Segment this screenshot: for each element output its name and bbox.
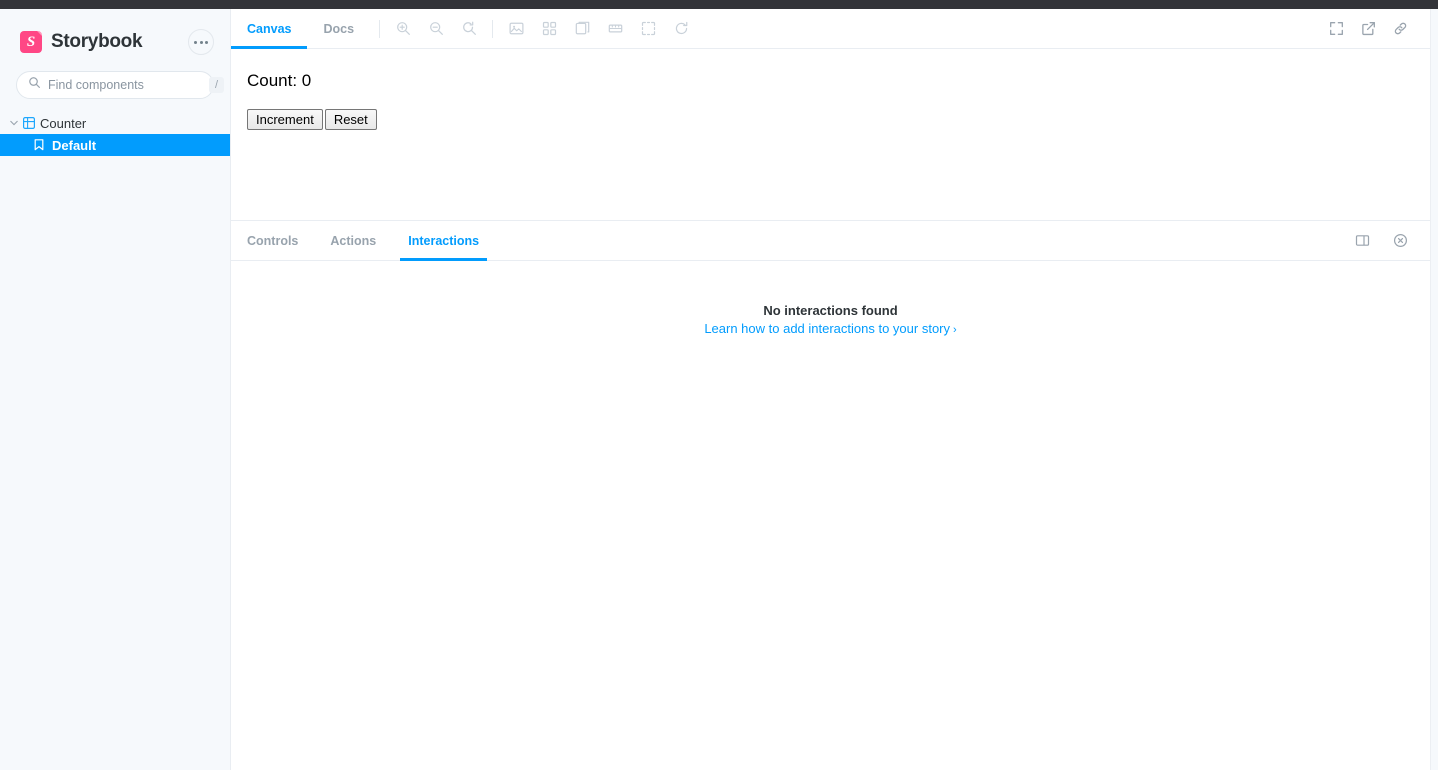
tree-item-counter[interactable]: Counter (0, 112, 230, 134)
tab-controls[interactable]: Controls (231, 221, 314, 261)
measure-icon[interactable] (601, 15, 629, 43)
link-text: Learn how to add interactions to your st… (704, 321, 951, 336)
sidebar-header: S Storybook (0, 9, 230, 61)
search-icon (28, 76, 41, 94)
tab-label: Controls (247, 233, 299, 248)
tab-label: Actions (330, 233, 377, 248)
addon-tools (502, 15, 695, 43)
main-content: Canvas Docs Count: 0 Increment Reset Con… (230, 9, 1430, 770)
addon-tabs: Controls Actions Interactions (231, 221, 495, 261)
brand-logo[interactable]: S Storybook (20, 31, 143, 53)
dot-icon (205, 40, 208, 44)
interactions-empty-state: No interactions found Learn how to add i… (231, 261, 1430, 336)
tab-interactions[interactable]: Interactions (392, 221, 495, 261)
chevron-down-icon (8, 119, 20, 127)
dot-icon (199, 40, 203, 44)
addon-panel: Controls Actions Interactions No interac… (231, 221, 1430, 769)
toolbar-divider (379, 19, 381, 38)
story-root: Count: 0 Increment Reset (231, 49, 1430, 130)
preview-toolbar: Canvas Docs (231, 9, 1430, 49)
right-rail (1430, 9, 1438, 770)
story-buttons: Increment Reset (247, 109, 1430, 130)
copy-link-icon[interactable] (1386, 15, 1414, 43)
more-options-button[interactable] (188, 29, 214, 55)
toolbar-divider (492, 19, 494, 38)
grid-icon[interactable] (535, 15, 563, 43)
search-box[interactable]: / (16, 71, 225, 99)
reset-button[interactable]: Reset (324, 109, 377, 130)
brand-name: Storybook (51, 31, 143, 52)
tree-item-label: Counter (40, 115, 87, 131)
story-canvas: Count: 0 Increment Reset (231, 49, 1430, 221)
outline-icon[interactable] (634, 15, 662, 43)
zoom-out-icon[interactable] (422, 15, 450, 43)
tab-actions[interactable]: Actions (314, 221, 392, 261)
preview-tabs: Canvas Docs (231, 9, 370, 49)
component-grid-icon (20, 117, 38, 129)
addon-panel-controls (1348, 227, 1430, 255)
learn-interactions-link[interactable]: Learn how to add interactions to your st… (231, 321, 1430, 336)
sidebar: S Storybook / (0, 9, 230, 770)
tab-docs[interactable]: Docs (307, 9, 370, 49)
tab-label: Canvas (247, 21, 292, 36)
tab-label: Interactions (408, 233, 480, 248)
count-display: Count: 0 (247, 71, 312, 90)
chevron-right-icon: › (953, 324, 957, 336)
story-tree: Counter Default (0, 112, 230, 156)
backgrounds-icon[interactable] (502, 15, 530, 43)
open-new-tab-icon[interactable] (1354, 15, 1382, 43)
panel-position-icon[interactable] (1348, 227, 1376, 255)
dot-icon (194, 40, 197, 44)
remount-icon[interactable] (667, 15, 695, 43)
tab-canvas[interactable]: Canvas (231, 9, 308, 49)
storybook-logo-icon: S (20, 31, 42, 53)
search-input[interactable] (41, 78, 209, 92)
fullscreen-icon[interactable] (1322, 15, 1350, 43)
addon-panel-tabbar: Controls Actions Interactions (231, 221, 1430, 261)
zoom-in-icon[interactable] (389, 15, 417, 43)
logo-letter: S (26, 33, 36, 50)
zoom-reset-icon[interactable] (455, 15, 483, 43)
bookmark-icon (34, 139, 50, 151)
zoom-tools (389, 15, 483, 43)
tab-label: Docs (323, 21, 355, 36)
browser-top-bar (0, 0, 1438, 9)
tree-item-default[interactable]: Default (0, 134, 230, 156)
search-shortcut-badge: / (209, 77, 225, 93)
close-panel-icon[interactable] (1386, 227, 1414, 255)
preview-toolbar-right (1322, 15, 1420, 43)
search-container: / (0, 61, 230, 99)
tree-item-label: Default (52, 137, 97, 153)
empty-state-title: No interactions found (763, 303, 898, 318)
viewport-icon[interactable] (568, 15, 596, 43)
storybook-app: S Storybook / (0, 9, 1438, 770)
increment-button[interactable]: Increment (247, 109, 323, 130)
